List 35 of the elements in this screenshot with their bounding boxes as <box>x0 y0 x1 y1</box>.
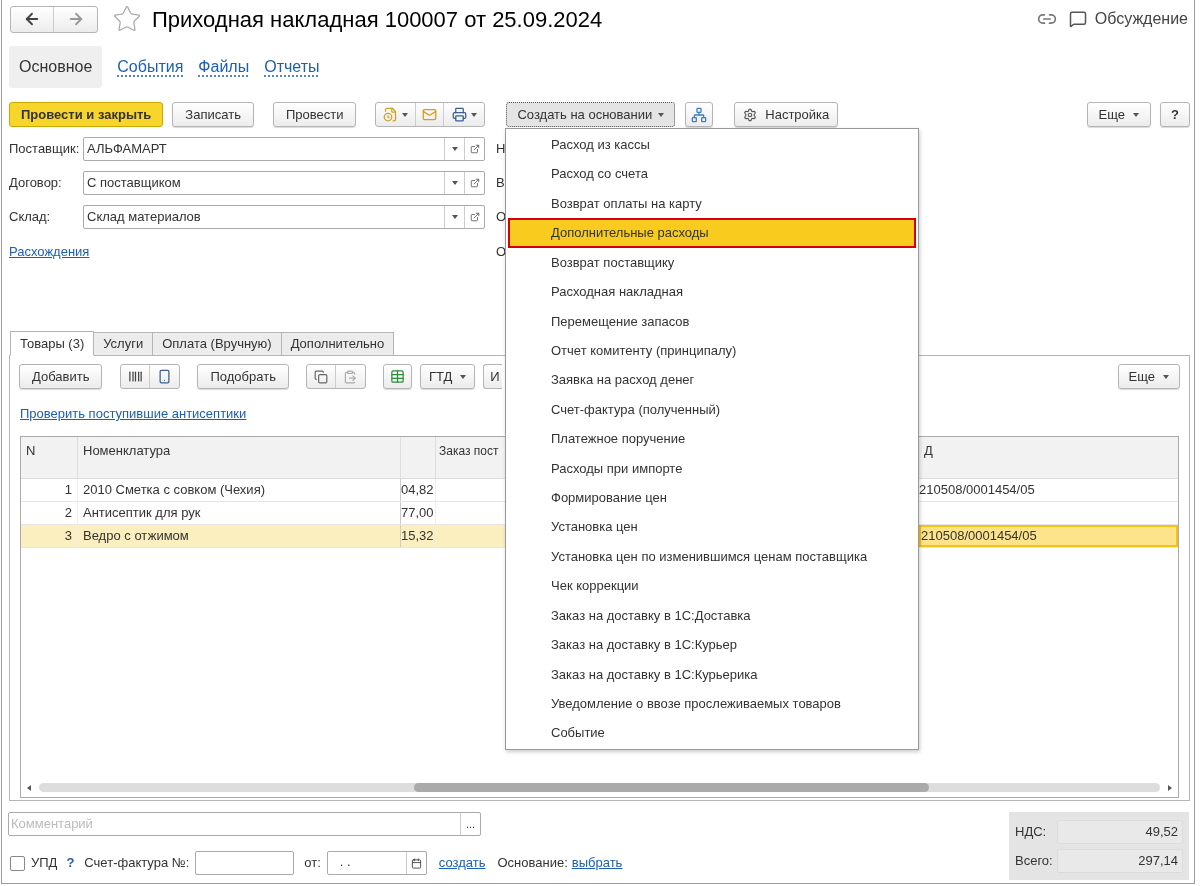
checkbox-label: УПД <box>31 854 58 873</box>
window-title: Приходная накладная 100007 от 25.09.2024 <box>152 5 603 34</box>
total-value: 49,52 <box>1057 819 1183 844</box>
column-header: N <box>26 442 36 458</box>
field-label: Договор: <box>9 174 63 193</box>
field-value: Склад материалов <box>86 208 202 227</box>
column-header: Д <box>924 442 933 458</box>
table-cell-text: 77,00 <box>401 503 434 522</box>
table-cell-text: Антисептик для рук <box>83 503 201 522</box>
field-label: Н <box>496 140 506 159</box>
field-label: от: <box>304 854 321 873</box>
field-label: Счет-фактура №: <box>84 854 190 873</box>
table-cell-text: 210508/0001454/05 <box>921 526 1037 545</box>
field-value: . . <box>338 853 352 871</box>
field-value: С поставщиком <box>86 174 182 193</box>
table-cell-text: Ведро с отжимом <box>83 526 189 545</box>
field-label: Поставщик: <box>9 140 81 159</box>
total-label: Всего: <box>1015 851 1054 870</box>
total-label: НДС: <box>1015 822 1048 841</box>
row-number: 3 <box>64 526 72 545</box>
table-cell-text: 15,32 <box>401 526 434 545</box>
field-label: Склад: <box>9 208 52 227</box>
field-label: В <box>496 174 505 193</box>
field-value: АЛЬФАМАРТ <box>86 140 168 159</box>
total-value: 297,14 <box>1057 848 1183 873</box>
table-cell-text: 210508/0001454/05 <box>919 480 1035 499</box>
column-header: Заказ пост <box>439 443 499 458</box>
table-cell-text: 04,82 <box>401 480 434 499</box>
row-number: 2 <box>64 503 72 522</box>
table-cell-text: 2010 Сметка с совком (Чехия) <box>83 480 265 499</box>
field-label: О <box>496 208 507 227</box>
field-label: О <box>496 243 507 262</box>
row-number: 1 <box>64 480 72 499</box>
field-label: Основание: <box>497 854 568 873</box>
column-header: Номенклатура <box>83 442 171 458</box>
